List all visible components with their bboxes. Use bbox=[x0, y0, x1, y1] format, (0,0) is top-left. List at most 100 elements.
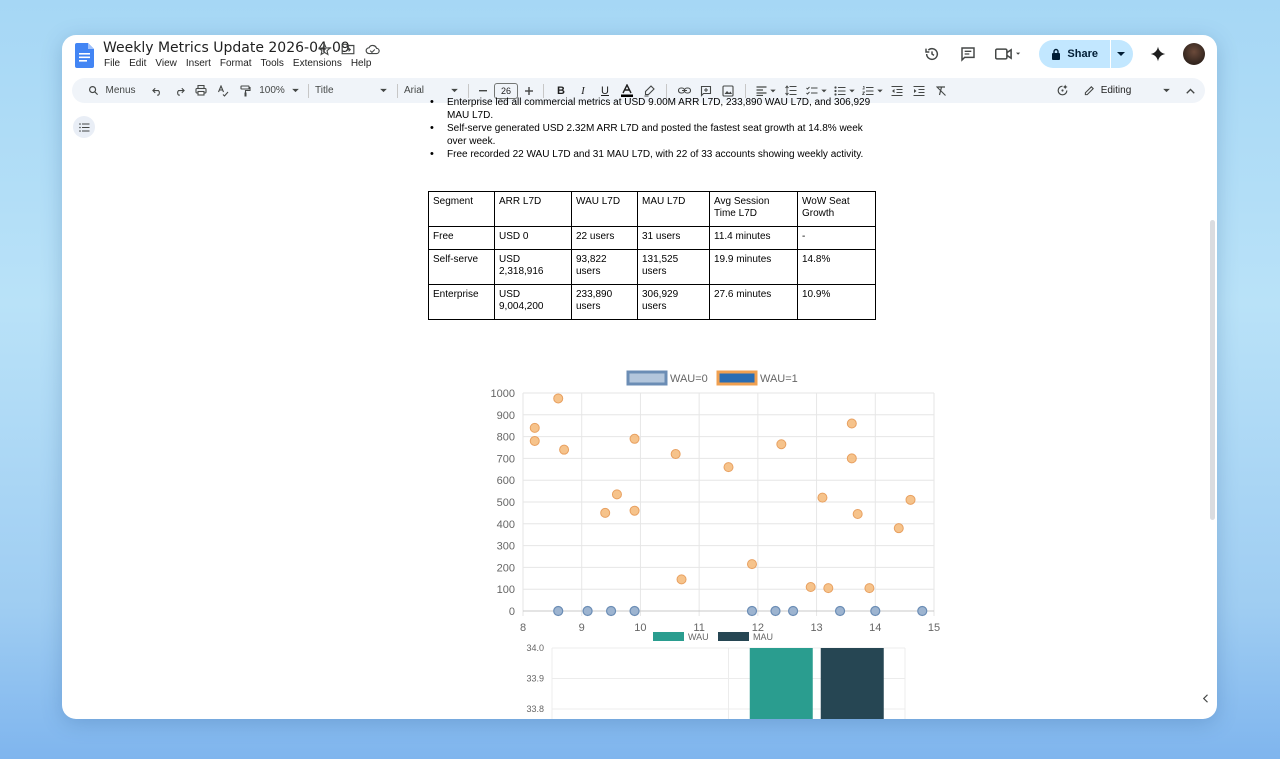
zoom-value: 100% bbox=[259, 85, 285, 96]
scatter-point-wau-1 bbox=[817, 492, 828, 503]
chevron-down-icon bbox=[380, 88, 387, 93]
table-row: Self-serve USD 2,318,916 93,822 users 131,5… bbox=[428, 249, 876, 285]
undo-icon[interactable] bbox=[146, 78, 168, 103]
print-icon[interactable] bbox=[190, 78, 212, 103]
table-cell: 233,890 users bbox=[571, 284, 638, 320]
table-cell: Self-serve bbox=[428, 249, 495, 285]
share-button[interactable]: Share bbox=[1039, 40, 1133, 68]
top-right-actions: Share bbox=[921, 40, 1205, 68]
paragraph-style-value: Title bbox=[315, 85, 334, 96]
scatter-point-wau-1 bbox=[823, 583, 834, 594]
vertical-scrollbar[interactable] bbox=[1210, 220, 1215, 520]
menu-tools[interactable]: Tools bbox=[261, 58, 284, 69]
legend-swatch bbox=[718, 632, 749, 641]
document-title[interactable]: Weekly Metrics Update 2026-04-09 bbox=[103, 40, 350, 56]
spellcheck-icon[interactable] bbox=[212, 78, 234, 103]
scatter-point-wau-1 bbox=[676, 574, 687, 585]
scatter-point-wau-1 bbox=[746, 559, 757, 570]
scatter-point-wau-1 bbox=[805, 582, 816, 593]
lock-icon bbox=[1052, 48, 1061, 60]
avatar[interactable] bbox=[1183, 43, 1205, 65]
table-cell: Avg Session Time L7D bbox=[709, 191, 798, 227]
redo-icon[interactable] bbox=[168, 78, 190, 103]
scatter-point-wau-1 bbox=[846, 453, 857, 464]
list-item: Free recorded 22 WAU L7D and 31 MAU L7D,… bbox=[428, 148, 878, 161]
table-cell: 11.4 minutes bbox=[709, 226, 798, 250]
scatter-point-wau-0 bbox=[553, 605, 564, 617]
y-tick-label: 33.9 bbox=[526, 674, 544, 684]
increase-indent-icon[interactable] bbox=[908, 78, 930, 103]
search-menus-button[interactable]: Menus bbox=[72, 78, 146, 103]
chevron-down-icon bbox=[848, 89, 855, 92]
search-menus-label: Menus bbox=[105, 85, 136, 96]
document-outline-button[interactable] bbox=[73, 116, 95, 138]
table-cell: Segment bbox=[428, 191, 495, 227]
decrease-indent-icon[interactable] bbox=[886, 78, 908, 103]
meet-video-icon[interactable] bbox=[993, 43, 1025, 65]
ai-assist-icon[interactable] bbox=[1051, 78, 1073, 103]
legend-label: WAU=1 bbox=[760, 373, 798, 385]
legend-label: WAU=0 bbox=[670, 373, 708, 385]
menu-help[interactable]: Help bbox=[351, 58, 372, 69]
table-cell: 19.9 minutes bbox=[709, 249, 798, 285]
scatter-point-wau-1 bbox=[852, 508, 863, 519]
table-cell: USD 9,004,200 bbox=[494, 284, 572, 320]
menu-edit[interactable]: Edit bbox=[129, 58, 146, 69]
legend-swatch bbox=[716, 370, 758, 386]
table-header-row: Segment ARR L7D WAU L7D MAU L7D Avg Session … bbox=[428, 191, 876, 227]
chevron-down-icon bbox=[451, 88, 458, 93]
scatter-point-wau-1 bbox=[629, 433, 640, 444]
version-history-icon[interactable] bbox=[921, 43, 943, 65]
docs-logo-icon[interactable] bbox=[75, 43, 94, 68]
table-cell: 306,929 users bbox=[637, 284, 710, 320]
summary-list: Enterprise led all commercial metrics at… bbox=[428, 96, 878, 161]
scatter-point-wau-1 bbox=[600, 507, 611, 518]
scatter-point-wau-1 bbox=[893, 523, 904, 534]
table-cell: ARR L7D bbox=[494, 191, 572, 227]
menu-insert[interactable]: Insert bbox=[186, 58, 211, 69]
scatter-point-wau-1 bbox=[529, 422, 540, 433]
table-cell: 31 users bbox=[637, 226, 710, 250]
y-tick-label: 900 bbox=[497, 410, 515, 422]
y-tick-label: 1000 bbox=[491, 388, 515, 400]
table-row: Free USD 0 22 users 31 users 11.4 minutes - bbox=[428, 226, 876, 250]
editing-mode-select[interactable]: Editing bbox=[1079, 78, 1175, 103]
scatter-point-wau-1 bbox=[670, 449, 681, 460]
menu-file[interactable]: File bbox=[104, 58, 120, 69]
y-tick-label: 600 bbox=[497, 475, 515, 487]
y-tick-label: 500 bbox=[497, 497, 515, 509]
cloud-saved-icon[interactable] bbox=[364, 41, 380, 57]
font-family-value: Arial bbox=[404, 85, 425, 96]
menu-extensions[interactable]: Extensions bbox=[293, 58, 342, 69]
table-cell: Enterprise bbox=[428, 284, 495, 320]
share-dropdown-icon[interactable] bbox=[1117, 51, 1125, 57]
paint-format-icon[interactable] bbox=[234, 78, 256, 103]
list-item: Self-serve generated USD 2.32M ARR L7D a… bbox=[428, 122, 878, 148]
clear-formatting-icon[interactable] bbox=[930, 78, 952, 103]
table-cell: 10.9% bbox=[797, 284, 876, 320]
menu-format[interactable]: Format bbox=[220, 58, 252, 69]
zoom-select[interactable]: 100% bbox=[256, 78, 302, 103]
table-cell: MAU L7D bbox=[637, 191, 710, 227]
hide-menus-icon[interactable] bbox=[1175, 78, 1205, 103]
wau-mau-bar-chart: WAUMAU34.033.933.833.733.6 bbox=[526, 632, 906, 719]
scatter-point-wau-1 bbox=[629, 505, 640, 516]
table-cell: 14.8% bbox=[797, 249, 876, 285]
star-icon[interactable] bbox=[316, 41, 332, 57]
gemini-sparkle-icon[interactable] bbox=[1147, 43, 1169, 65]
menu-view[interactable]: View bbox=[155, 58, 177, 69]
paragraph-style-select[interactable]: Title bbox=[315, 78, 391, 103]
table-row: Enterprise USD 9,004,200 233,890 users 306,… bbox=[428, 284, 876, 320]
comments-icon[interactable] bbox=[957, 43, 979, 65]
legend-swatch bbox=[626, 370, 668, 386]
toolbar-divider bbox=[308, 83, 309, 98]
table-cell: WoW Seat Growth bbox=[797, 191, 876, 227]
document-body[interactable]: Enterprise led all commercial metrics at… bbox=[428, 96, 878, 320]
move-folder-icon[interactable] bbox=[340, 41, 356, 57]
chevron-down-icon bbox=[1163, 88, 1171, 93]
collapse-side-panel-icon[interactable] bbox=[1199, 687, 1213, 709]
scatter-point-wau-1 bbox=[529, 435, 540, 446]
wau-scatter-chart: WAU=0 WAU=1 0 100 200 300 400 500 600 700 800 900 10… bbox=[491, 370, 940, 634]
scatter-point-wau-1 bbox=[846, 418, 857, 429]
scatter-point-wau-0 bbox=[582, 605, 593, 617]
